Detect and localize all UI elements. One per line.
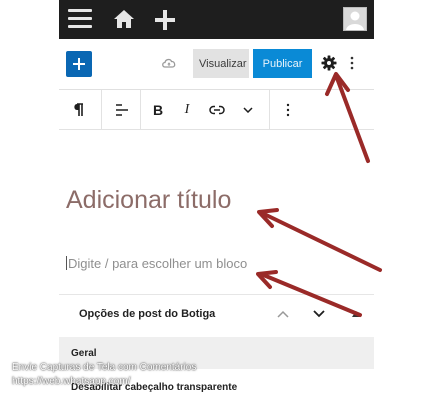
paragraph-button[interactable] bbox=[63, 90, 93, 129]
cloud-icon[interactable] bbox=[161, 56, 177, 70]
admin-bar bbox=[59, 0, 374, 39]
bold-icon: B bbox=[152, 101, 164, 118]
more-vertical-icon[interactable] bbox=[349, 55, 355, 71]
inserter-icon bbox=[73, 58, 85, 70]
link-icon bbox=[209, 105, 225, 114]
triangle-up-icon[interactable] bbox=[352, 311, 360, 317]
link-button[interactable] bbox=[205, 90, 229, 129]
chevron-down-icon bbox=[243, 106, 253, 113]
text-caret bbox=[66, 256, 67, 270]
avatar-icon[interactable] bbox=[343, 7, 367, 31]
section-geral-label: Geral bbox=[71, 348, 97, 359]
more-formatting-button[interactable] bbox=[237, 90, 259, 129]
whatsapp-watermark-line2: https://web.whatsapp.com/ bbox=[12, 376, 131, 387]
paragraph-placeholder[interactable]: Digite / para escolher um bloco bbox=[66, 256, 247, 271]
paragraph-placeholder-text: Digite / para escolher um bloco bbox=[68, 256, 248, 271]
block-inserter-button[interactable] bbox=[66, 51, 92, 77]
align-icon bbox=[116, 103, 128, 116]
bold-button[interactable]: B bbox=[147, 90, 169, 129]
publish-button[interactable]: Publicar bbox=[253, 49, 312, 78]
plus-icon[interactable] bbox=[153, 8, 177, 32]
botiga-options-panel-header[interactable]: Opções de post do Botiga bbox=[59, 294, 374, 338]
block-toolbar: B I bbox=[59, 90, 374, 130]
menu-icon[interactable] bbox=[68, 9, 92, 30]
post-title-placeholder[interactable]: Adicionar título bbox=[66, 186, 231, 215]
settings-gear-icon[interactable] bbox=[321, 55, 337, 71]
more-vertical-icon bbox=[286, 103, 290, 116]
editor-toolbar: Visualizar Publicar bbox=[59, 39, 374, 90]
home-icon[interactable] bbox=[113, 8, 135, 30]
align-button[interactable] bbox=[107, 90, 135, 129]
screenshot-frame: Visualizar Publicar B I Adicionar título… bbox=[0, 0, 444, 401]
block-options-button[interactable] bbox=[279, 90, 297, 129]
whatsapp-watermark-line1: Envie Capturas de Tela com Comentários bbox=[12, 362, 197, 373]
paragraph-icon bbox=[74, 102, 83, 116]
chevron-up-icon[interactable] bbox=[277, 309, 289, 319]
panel-title: Opções de post do Botiga bbox=[79, 308, 216, 320]
preview-button[interactable]: Visualizar bbox=[193, 49, 249, 78]
italic-icon: I bbox=[184, 101, 190, 117]
chevron-down-icon[interactable] bbox=[313, 309, 325, 319]
editor-screen: Visualizar Publicar B I Adicionar título… bbox=[59, 0, 374, 401]
italic-button[interactable]: I bbox=[176, 90, 198, 129]
